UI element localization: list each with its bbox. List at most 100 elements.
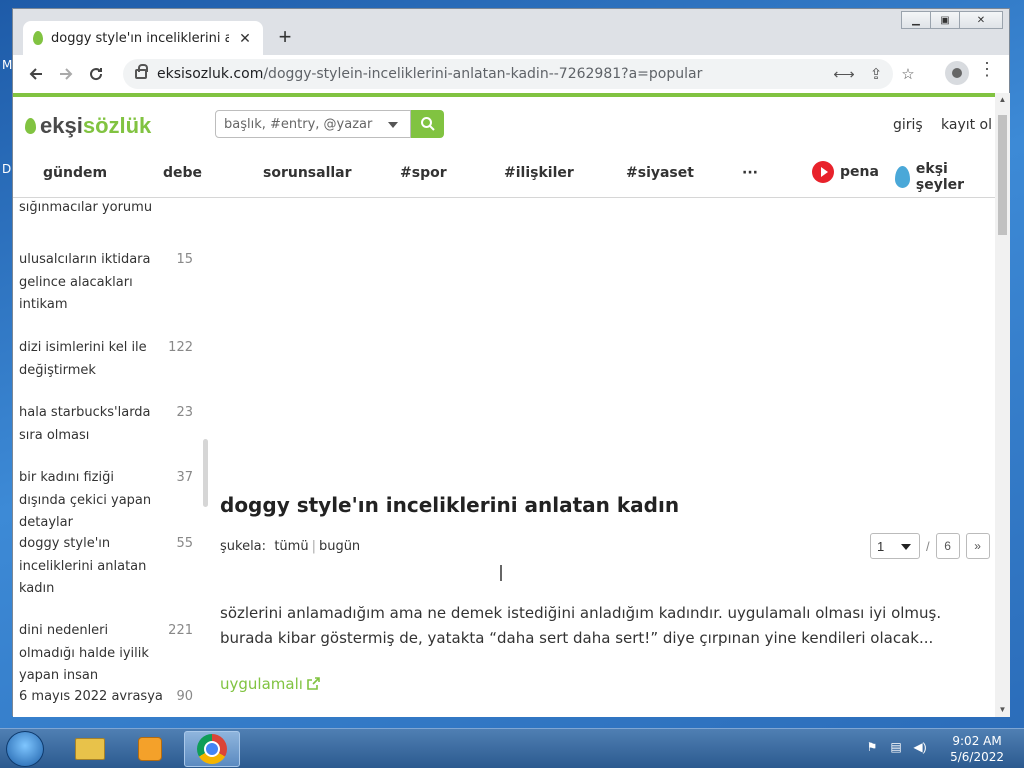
taskbar-chrome[interactable] bbox=[184, 731, 240, 767]
site-logo[interactable]: ekşi sözlük bbox=[25, 113, 151, 139]
sidebar-item-count: 15 bbox=[176, 252, 193, 267]
browser-menu-icon[interactable]: ⋮ bbox=[977, 59, 997, 80]
logo-text-sozluk: sözlük bbox=[82, 113, 152, 138]
sidebar-item-title: 6 mayıs 2022 avrasya bbox=[19, 689, 163, 704]
bookmark-star-icon[interactable]: ☆ bbox=[897, 65, 919, 83]
sidebar-topic-list: sığınmacılar yorumu ulusalcıların iktida… bbox=[19, 199, 199, 717]
browser-window: doggy style'ın inceliklerini anlatan kad… bbox=[12, 8, 1010, 717]
sidebar-item-count: 122 bbox=[168, 340, 193, 355]
browser-tab[interactable]: doggy style'ın inceliklerini anlatan kad… bbox=[23, 21, 263, 55]
filter-today-link[interactable]: bugün bbox=[319, 539, 360, 554]
close-window-button[interactable]: ✕ bbox=[959, 11, 1003, 29]
taskbar-explorer[interactable] bbox=[62, 731, 118, 767]
page-select[interactable]: 1 bbox=[870, 533, 920, 559]
page-scrollbar[interactable]: ▲ ▼ bbox=[995, 93, 1010, 717]
sukela-label: şukela: bbox=[220, 539, 267, 554]
sidebar-item-count: 90 bbox=[176, 689, 193, 704]
sidebar-item-title: dini nedenleri olmadığı halde iyilik yap… bbox=[19, 623, 149, 683]
nav-siyaset[interactable]: #siyaset bbox=[626, 165, 694, 181]
next-page-button[interactable]: » bbox=[965, 533, 990, 559]
nav-eksi-seyler-label: ekşi şeyler bbox=[915, 161, 965, 193]
sidebar-item[interactable]: dizi isimlerini kel ile değiştirmek 122 bbox=[19, 337, 199, 382]
taskbar: ⚑ ▤ ◀) 9:02 AM 5/6/2022 bbox=[0, 728, 1024, 768]
profile-avatar-icon[interactable] bbox=[945, 61, 969, 85]
search-input[interactable] bbox=[224, 116, 374, 132]
sidebar-item-title: ulusalcıların iktidara gelince alacaklar… bbox=[19, 252, 151, 312]
nav-eksi-seyler[interactable]: ekşi şeyler bbox=[895, 161, 995, 193]
maximize-button[interactable]: ▣ bbox=[930, 11, 960, 29]
address-bar-actions: ⟷ ⇪ ☆ bbox=[833, 55, 919, 93]
sidebar-item-title: hala starbucks'larda sıra olması bbox=[19, 405, 151, 443]
nav-iliskiler[interactable]: #ilişkiler bbox=[504, 165, 574, 181]
sidebar-item[interactable]: bir kadını fiziği dışında çekici yapan d… bbox=[19, 467, 199, 535]
folder-icon bbox=[75, 738, 105, 760]
sidebar-item[interactable]: hala starbucks'larda sıra olması 23 bbox=[19, 402, 199, 447]
sidebar-item-partial[interactable]: sığınmacılar yorumu bbox=[19, 199, 199, 220]
nav-gundem[interactable]: gündem bbox=[43, 165, 107, 181]
volume-icon[interactable]: ◀) bbox=[912, 739, 928, 755]
sidebar-scrollbar[interactable] bbox=[203, 439, 208, 507]
eksi-seyler-drop-icon bbox=[895, 166, 910, 188]
pagination: 1 / 6 » bbox=[870, 533, 990, 559]
new-tab-button[interactable]: + bbox=[271, 25, 299, 49]
entry-link-text: uygulamalı bbox=[220, 675, 303, 693]
external-link-icon bbox=[307, 677, 320, 690]
forward-button[interactable] bbox=[51, 59, 81, 89]
nav-spor[interactable]: #spor bbox=[400, 165, 447, 181]
sidebar-item-count: 55 bbox=[176, 536, 193, 551]
action-center-icon[interactable]: ⚑ bbox=[864, 739, 880, 755]
topic-title[interactable]: doggy style'ın inceliklerini anlatan kad… bbox=[220, 493, 679, 517]
filter-all-link[interactable]: tümü bbox=[274, 539, 308, 554]
sidebar-item-count: 221 bbox=[168, 623, 193, 638]
start-button[interactable] bbox=[6, 731, 44, 767]
nav-divider bbox=[13, 197, 995, 198]
search-dropdown-icon[interactable] bbox=[388, 122, 398, 128]
translate-icon[interactable]: ⟷ bbox=[833, 65, 855, 83]
sidebar-item[interactable]: ulusalcıların iktidara gelince alacaklar… bbox=[19, 249, 199, 317]
minimize-button[interactable]: ▁ bbox=[901, 11, 931, 29]
sidebar-item-title: doggy style'ın inceliklerini anlatan kad… bbox=[19, 536, 147, 596]
site-favicon-icon bbox=[33, 31, 43, 45]
search-icon bbox=[420, 117, 435, 131]
close-tab-icon[interactable]: ✕ bbox=[237, 30, 253, 47]
address-url: eksisozluk.com/doggy-stylein-incelikleri… bbox=[157, 66, 703, 82]
search-button[interactable] bbox=[411, 110, 444, 138]
sidebar-item-count: 37 bbox=[176, 470, 193, 485]
tab-strip: doggy style'ın inceliklerini anlatan kad… bbox=[13, 9, 1009, 55]
nav-more-button[interactable]: ··· bbox=[742, 165, 758, 181]
lock-icon bbox=[135, 64, 148, 79]
entry-external-link[interactable]: uygulamalı bbox=[220, 675, 320, 693]
header-accent-line bbox=[13, 93, 995, 97]
scroll-up-icon[interactable]: ▲ bbox=[995, 93, 1010, 107]
last-page-button[interactable]: 6 bbox=[935, 533, 960, 559]
reload-button[interactable] bbox=[81, 59, 111, 89]
media-player-icon bbox=[138, 737, 162, 761]
taskbar-clock[interactable]: 9:02 AM 5/6/2022 bbox=[950, 733, 1004, 765]
text-cursor-icon bbox=[500, 565, 502, 581]
sidebar-item-title: dizi isimlerini kel ile değiştirmek bbox=[19, 340, 147, 378]
clock-date: 5/6/2022 bbox=[950, 750, 1004, 764]
scroll-down-icon[interactable]: ▼ bbox=[995, 703, 1010, 717]
nav-pena-label: pena bbox=[840, 164, 879, 180]
taskbar-media-player[interactable] bbox=[122, 731, 178, 767]
desktop-icon-label-fragment: M bbox=[2, 58, 13, 72]
topic-filter-bar: şukela: tümü | bugün bbox=[220, 539, 361, 554]
register-link[interactable]: kayıt ol bbox=[941, 117, 992, 133]
scrollbar-thumb[interactable] bbox=[998, 115, 1007, 235]
login-link[interactable]: giriş bbox=[893, 117, 923, 133]
sidebar-item-title: sığınmacılar yorumu bbox=[19, 200, 153, 215]
chrome-icon bbox=[197, 734, 227, 764]
nav-sorunsallar[interactable]: sorunsallar bbox=[263, 165, 352, 181]
pena-play-icon bbox=[812, 161, 834, 183]
network-icon[interactable]: ▤ bbox=[888, 739, 904, 755]
share-icon[interactable]: ⇪ bbox=[865, 65, 887, 83]
page-separator: / bbox=[926, 538, 930, 554]
nav-pena[interactable]: pena bbox=[812, 161, 879, 183]
sidebar-item-active[interactable]: doggy style'ın inceliklerini anlatan kad… bbox=[19, 533, 199, 601]
forward-arrow-icon bbox=[60, 68, 73, 80]
back-button[interactable] bbox=[21, 59, 51, 89]
address-bar[interactable]: eksisozluk.com/doggy-stylein-incelikleri… bbox=[123, 59, 893, 89]
nav-debe[interactable]: debe bbox=[163, 165, 202, 181]
sidebar-item[interactable]: 6 mayıs 2022 avrasya 90 bbox=[19, 686, 199, 709]
sidebar-item[interactable]: dini nedenleri olmadığı halde iyilik yap… bbox=[19, 620, 199, 688]
